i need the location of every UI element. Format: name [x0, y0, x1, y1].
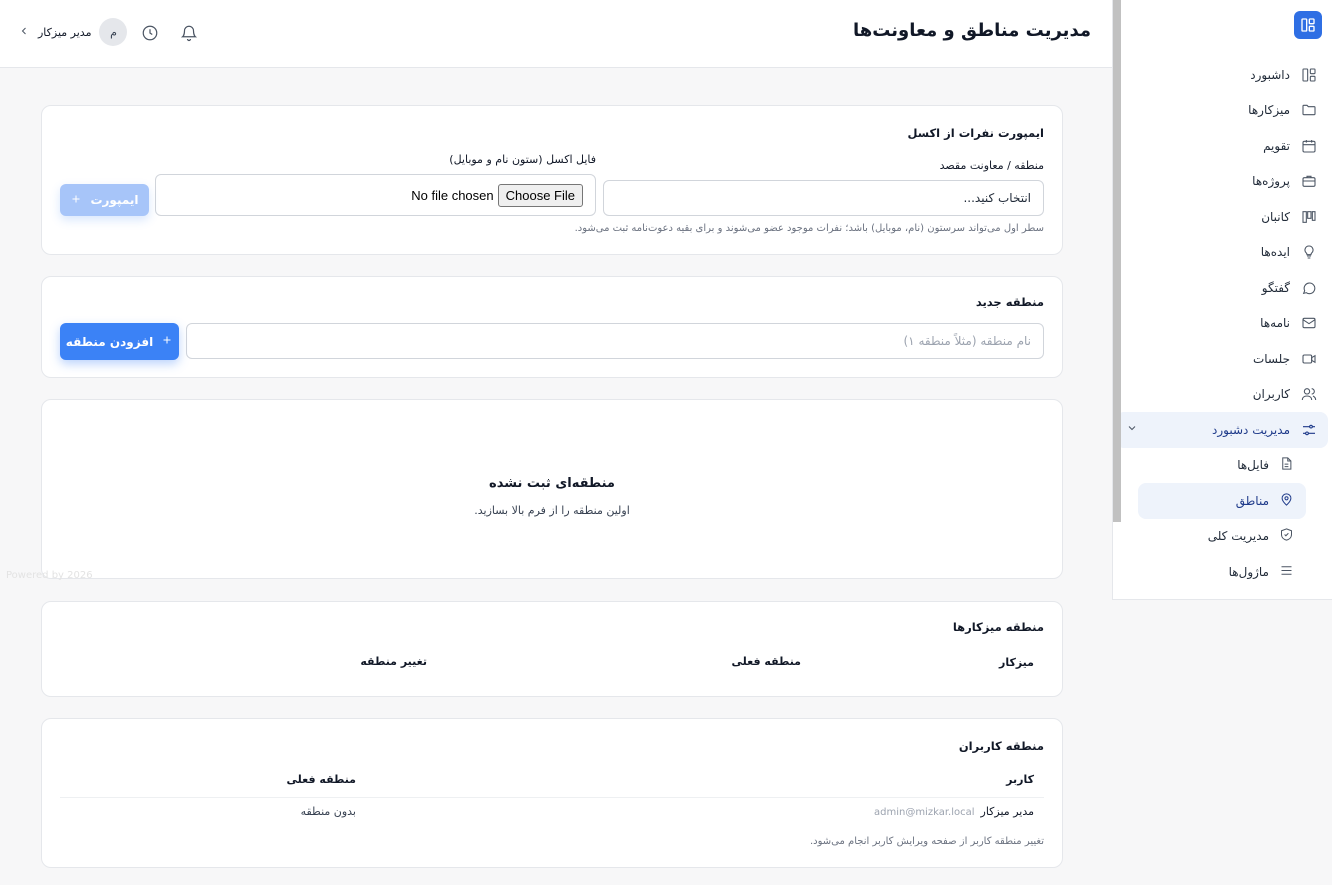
- add-region-button[interactable]: افزودن منطقه: [60, 323, 179, 360]
- sidebar-subitem-files[interactable]: فایل‌ها: [1112, 448, 1332, 484]
- workspace-region-card: منطقه میزکارها میزکار منطقه فعلی تغییر م…: [41, 601, 1063, 697]
- sidebar-item-letters[interactable]: نامه‌ها: [1112, 306, 1332, 342]
- column-header-current-region: منطقه فعلی: [731, 655, 801, 668]
- user-region-card: منطقه کاربران کاربر منطقه فعلی مدیر میزک…: [41, 718, 1063, 868]
- file-status-text: No file chosen: [411, 187, 494, 203]
- app-logo-icon[interactable]: [1294, 11, 1322, 39]
- user-region-cell: بدون منطقه: [300, 805, 356, 818]
- top-header: مدیریت مناطق و معاونت‌ها مدیر میزکار م: [0, 0, 1112, 68]
- sidebar-item-label: کانبان: [1261, 209, 1290, 224]
- sidebar-subitem-label: فایل‌ها: [1237, 458, 1269, 473]
- sidebar-item-label: تقویم: [1263, 138, 1290, 153]
- video-icon: [1300, 350, 1318, 368]
- sidebar-subitem-label: مدیریت کلی: [1207, 529, 1269, 544]
- sidebar-item-label: میزکارها: [1248, 103, 1290, 118]
- sidebar-item-label: گفتگو: [1261, 280, 1290, 295]
- excel-file-label: فایل اکسل (ستون نام و موبایل): [449, 153, 596, 166]
- sidebar-subitem-label: ماژول‌ها: [1228, 564, 1269, 579]
- sidebar-item-users[interactable]: کاربران: [1112, 377, 1332, 413]
- sidebar-item-label: کاربران: [1252, 387, 1290, 402]
- import-hint: سطر اول می‌تواند سرستون (نام، موبایل) با…: [574, 223, 1044, 234]
- chat-icon: [1300, 279, 1318, 297]
- clock-icon[interactable]: [141, 24, 159, 42]
- mail-icon: [1300, 314, 1318, 332]
- add-region-button-label: افزودن منطقه: [65, 334, 154, 349]
- layout-icon: [1300, 66, 1318, 84]
- user-region-title: منطقه کاربران: [958, 739, 1044, 753]
- user-email-cell: admin@mizkar.local: [873, 807, 975, 818]
- sidebar-item-label: نامه‌ها: [1260, 316, 1290, 331]
- excel-file-input[interactable]: Choose File No file chosen: [155, 174, 596, 216]
- sidebar-item-projects[interactable]: پروژه‌ها: [1112, 164, 1332, 200]
- avatar: م: [99, 18, 128, 46]
- sliders-icon: [1300, 421, 1318, 439]
- sidebar-item-chat[interactable]: گفتگو: [1112, 270, 1332, 306]
- user-name-cell: مدیر میزکار: [980, 805, 1034, 818]
- region-name-input[interactable]: نام منطقه (مثلاً منطقه ۱): [186, 323, 1044, 359]
- region-name-placeholder: نام منطقه (مثلاً منطقه ۱): [903, 334, 1031, 348]
- region-select[interactable]: انتخاب کنید...: [603, 180, 1044, 216]
- import-card-title: ایمپورت نفرات از اکسل: [907, 126, 1044, 140]
- chevron-down-icon: [1126, 422, 1138, 437]
- column-header-workspace: میزکار: [998, 656, 1034, 669]
- user-menu[interactable]: مدیر میزکار م: [18, 18, 128, 46]
- region-select-value: انتخاب کنید...: [963, 191, 1031, 205]
- sidebar-subitem-general-admin[interactable]: مدیریت کلی: [1112, 519, 1332, 555]
- import-card: ایمپورت نفرات از اکسل منطقه / معاونت مقص…: [41, 105, 1063, 255]
- choose-file-button[interactable]: Choose File: [497, 183, 583, 207]
- main-scrollbar[interactable]: [1113, 0, 1121, 522]
- user-cell: مدیر میزکار admin@mizkar.local: [874, 805, 1034, 818]
- bell-icon[interactable]: [180, 24, 198, 42]
- sidebar-item-label: مدیریت دشبورد: [1212, 422, 1290, 437]
- import-button-label: ایمپورت: [90, 193, 139, 207]
- workspace-region-title: منطقه میزکارها: [952, 620, 1044, 634]
- column-header-change-region: تغییر منطقه: [360, 655, 427, 668]
- sidebar-item-label: پروژه‌ها: [1252, 174, 1290, 189]
- new-region-card: منطقه جدید نام منطقه (مثلاً منطقه ۱) افز…: [41, 276, 1063, 378]
- new-region-title: منطقه جدید: [975, 295, 1044, 309]
- chevron-left-icon: [18, 25, 30, 40]
- column-header-current-region: منطقه فعلی: [286, 773, 356, 786]
- shield-icon: [1279, 527, 1294, 545]
- sidebar-item-label: ایده‌ها: [1260, 245, 1290, 260]
- sidebar-subitem-label: مناطق: [1235, 493, 1269, 508]
- empty-state-title: منطقه‌ای ثبت نشده: [489, 476, 615, 491]
- sidebar-item-ideas[interactable]: ایده‌ها: [1112, 235, 1332, 271]
- sidebar-subitem-modules[interactable]: ماژول‌ها: [1112, 554, 1332, 590]
- sidebar-item-workspaces[interactable]: میزکارها: [1112, 93, 1332, 129]
- sidebar-item-dashboard-management[interactable]: مدیریت دشبورد: [1116, 412, 1328, 448]
- briefcase-icon: [1300, 172, 1318, 190]
- menu-icon: [1279, 563, 1294, 581]
- sidebar: داشبورد میزکارها تقویم پروژه‌ها کانبان ا…: [1112, 0, 1332, 600]
- column-header-user: کاربر: [1006, 773, 1034, 786]
- sidebar-subitem-regions[interactable]: مناطق: [1138, 483, 1306, 519]
- user-name: مدیر میزکار: [38, 25, 92, 39]
- sidebar-item-kanban[interactable]: کانبان: [1112, 199, 1332, 235]
- sidebar-item-label: داشبورد: [1250, 67, 1290, 82]
- table-divider: [60, 797, 1044, 798]
- plus-icon: [161, 334, 173, 349]
- sidebar-nav: داشبورد میزکارها تقویم پروژه‌ها کانبان ا…: [1112, 57, 1332, 590]
- folder-icon: [1300, 101, 1318, 119]
- sidebar-item-dashboard[interactable]: داشبورد: [1112, 57, 1332, 93]
- region-select-label: منطقه / معاونت مقصد: [939, 159, 1044, 172]
- lightbulb-icon: [1300, 243, 1318, 261]
- calendar-icon: [1300, 137, 1318, 155]
- page-title: مدیریت مناطق و معاونت‌ها: [852, 20, 1091, 41]
- file-icon: [1279, 456, 1294, 474]
- powered-by-text: Powered by 2026: [6, 570, 93, 581]
- plus-icon: [70, 193, 82, 208]
- map-pin-icon: [1279, 492, 1294, 510]
- empty-state-subtitle: اولین منطقه را از فرم بالا بسازید.: [474, 504, 630, 517]
- sidebar-item-calendar[interactable]: تقویم: [1112, 128, 1332, 164]
- user-region-hint: تغییر منطقه کاربر از صفحه ویرایش کاربر ا…: [810, 836, 1044, 847]
- kanban-icon: [1300, 208, 1318, 226]
- sidebar-item-meetings[interactable]: جلسات: [1112, 341, 1332, 377]
- sidebar-item-label: جلسات: [1252, 351, 1290, 366]
- users-icon: [1300, 385, 1318, 403]
- import-button[interactable]: ایمپورت: [60, 184, 149, 216]
- regions-list-card: منطقه‌ای ثبت نشده اولین منطقه را از فرم …: [41, 399, 1063, 579]
